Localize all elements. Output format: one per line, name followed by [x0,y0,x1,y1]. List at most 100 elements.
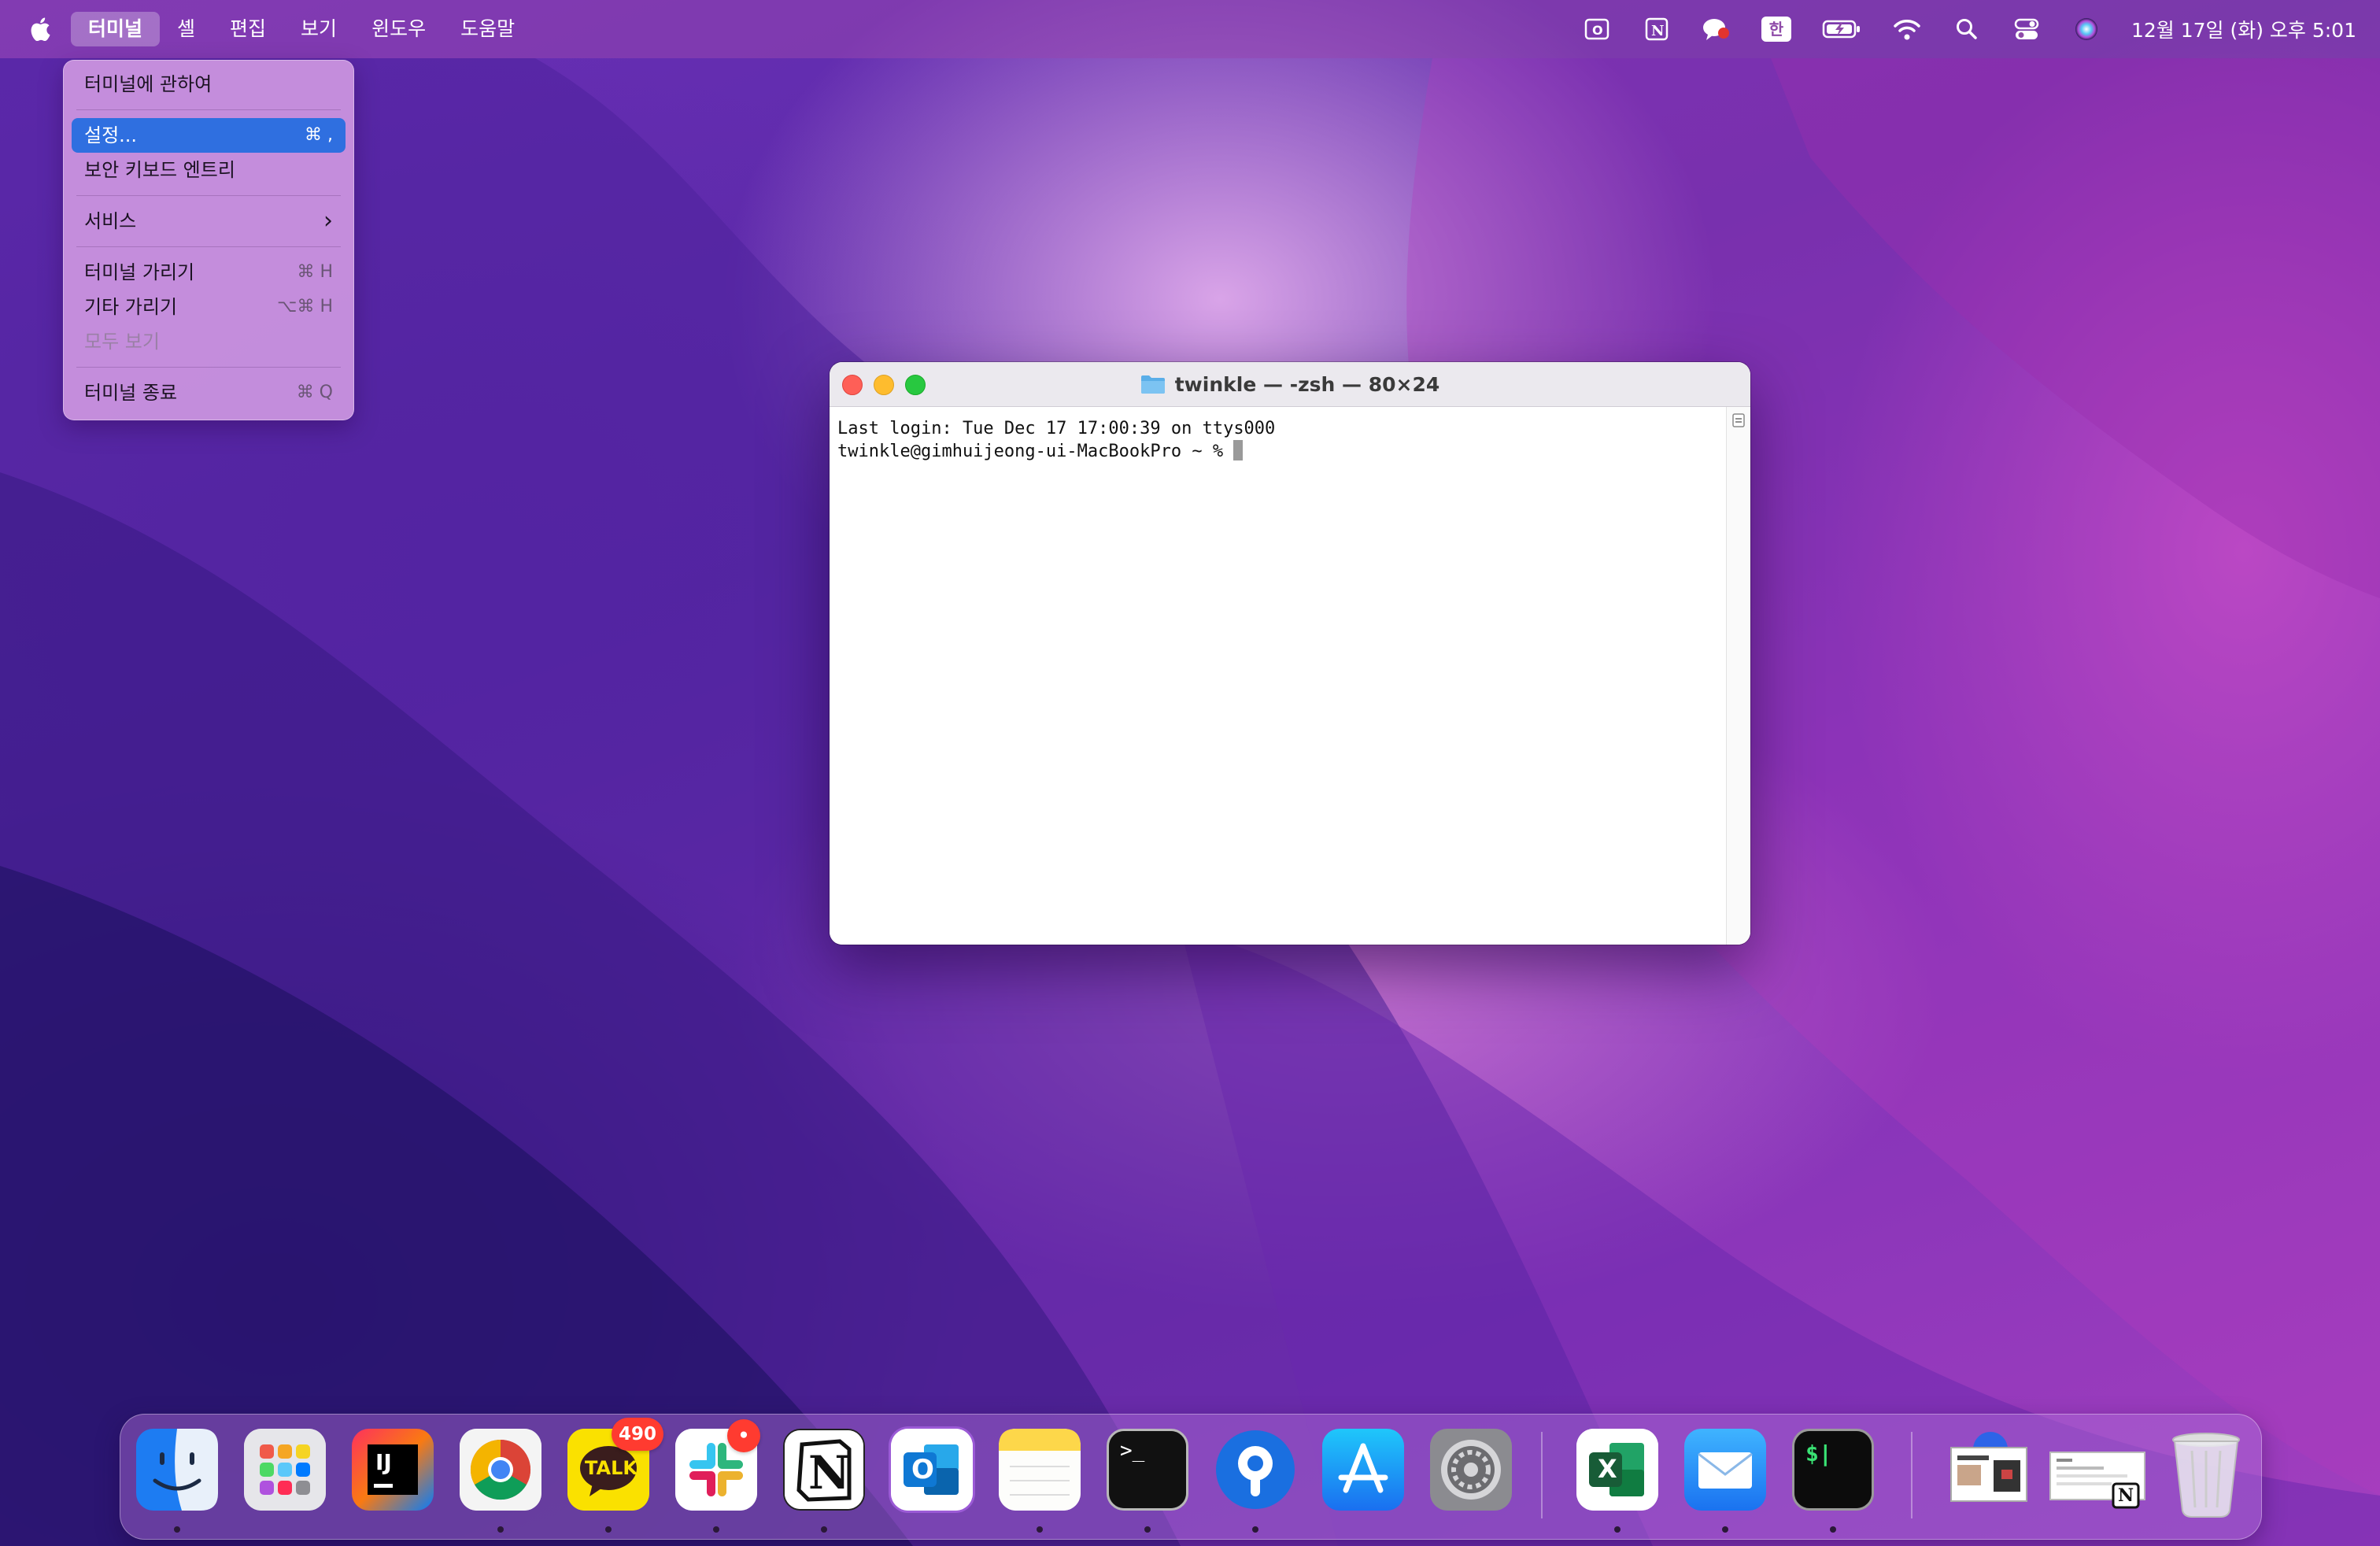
menu-view[interactable]: 보기 [283,12,354,46]
menu-separator [76,195,341,196]
dock-appstore[interactable] [1322,1429,1404,1511]
launchpad-icon [244,1429,326,1511]
dock-notion-window[interactable]: N [2047,1429,2149,1511]
window-title-text: twinkle — -zsh — 80×24 [1174,372,1440,396]
menu-item-label: 터미널 종료 [84,382,178,404]
dock-terminal[interactable]: >_ [1107,1429,1188,1511]
finder-icon [136,1429,218,1511]
running-indicator [1144,1526,1151,1533]
terminal-dock-label: >_ [1120,1439,1145,1463]
dock-outlook[interactable]: O [891,1429,973,1511]
running-indicator [174,1526,180,1533]
menu-item-shortcut: ⌘ H [297,262,333,282]
outlook-status-icon[interactable]: O [1582,14,1612,44]
running-indicator [497,1526,504,1533]
dock-sourcetree[interactable] [1214,1429,1296,1511]
running-indicator [1722,1526,1728,1533]
menu-item-settings[interactable]: 설정... ⌘ , [72,118,346,153]
appstore-icon [1322,1429,1404,1511]
menu-item-label: 기타 가리기 [84,296,178,318]
menu-item-secure-keyboard-entry[interactable]: 보안 키보드 엔트리 [72,153,346,187]
dock-trash[interactable] [2165,1429,2247,1518]
menu-bar: 터미널 셸 편집 보기 윈도우 도움말 O N 한 12월 17일 (화) 오후… [0,0,2380,58]
intellij-label: IJ [375,1449,392,1475]
trash-icon [2172,1433,2240,1518]
menu-item-services[interactable]: 서비스 › [72,204,346,239]
terminal-content[interactable]: Last login: Tue Dec 17 17:00:39 on ttys0… [830,407,1750,945]
svg-text:N: N [1651,23,1664,39]
menu-item-hide-terminal[interactable]: 터미널 가리기 ⌘ H [72,255,346,290]
notes-icon [999,1429,1081,1511]
menu-item-shortcut: ⌘ , [305,125,333,145]
spotlight-search-icon[interactable] [1952,14,1982,44]
svg-text:O: O [1592,23,1603,38]
dock: IJ TALK 490 • N O >_ X $| N [120,1414,2262,1540]
kakaotalk-label: TALK [585,1457,638,1479]
dock-notes[interactable] [999,1429,1081,1511]
dock-downloads-stack[interactable] [1946,1429,2028,1511]
outlook-label: O [911,1454,934,1485]
menu-item-label: 보안 키보드 엔트리 [84,159,235,181]
scroll-marker-icon[interactable] [1732,413,1745,427]
dock-iterm[interactable]: $| [1792,1429,1874,1511]
title-bar[interactable]: twinkle — -zsh — 80×24 [830,362,1750,407]
menu-item-shortcut: ⌥⌘ H [277,297,333,316]
mail-icon [1684,1429,1766,1511]
dock-system-settings[interactable] [1430,1429,1512,1511]
dock-launchpad[interactable] [244,1429,326,1511]
menu-item-about[interactable]: 터미널에 관하여 [72,67,346,102]
running-indicator [1830,1526,1836,1533]
dock-chrome[interactable] [460,1429,541,1511]
menu-item-label: 터미널 가리기 [84,261,195,283]
chat-status-icon[interactable] [1702,14,1731,44]
folder-icon [1140,375,1165,394]
dock-kakaotalk[interactable]: TALK 490 [567,1418,663,1511]
input-source-icon[interactable]: 한 [1761,14,1791,44]
last-login-line: Last login: Tue Dec 17 17:00:39 on ttys0… [837,419,1276,438]
dock-divider [1541,1432,1543,1518]
scrollbar[interactable] [1726,407,1750,945]
running-indicator [605,1526,612,1533]
menu-item-label: 설정... [84,124,138,146]
notion-status-icon[interactable]: N [1642,14,1672,44]
chrome-icon [460,1429,541,1511]
dock-slack[interactable]: • [675,1419,760,1511]
intellij-icon [352,1429,434,1511]
menu-separator [76,367,341,368]
menu-item-label: 서비스 [84,210,137,232]
menu-window[interactable]: 윈도우 [354,12,443,46]
running-indicator [1252,1526,1258,1533]
running-indicator [1614,1526,1621,1533]
battery-icon[interactable] [1821,14,1862,44]
chevron-right-icon: › [323,207,333,235]
prompt-line: twinkle@gimhuijeong-ui-MacBookPro ~ % [837,442,1234,461]
dock-finder[interactable] [136,1429,218,1511]
notification-badge: 490 [612,1418,663,1451]
menu-item-label: 모두 보기 [84,331,160,353]
dock-excel[interactable]: X [1576,1429,1658,1511]
menu-help[interactable]: 도움말 [443,12,532,46]
menu-item-quit-terminal[interactable]: 터미널 종료 ⌘ Q [72,375,346,410]
notion-window-label: N [2118,1485,2134,1506]
input-source-label: 한 [1761,17,1791,42]
running-indicator [1037,1526,1043,1533]
terminal-app-menu: 터미널에 관하여 설정... ⌘ , 보안 키보드 엔트리 서비스 › 터미널 가리… [63,60,354,420]
text-cursor [1233,440,1244,460]
notion-label: N [808,1446,851,1500]
menu-terminal[interactable]: 터미널 [71,12,161,46]
control-center-icon[interactable] [2012,14,2042,44]
sourcetree-icon [1216,1430,1295,1509]
settings-icon [1430,1429,1512,1511]
wifi-icon[interactable] [1892,14,1922,44]
apple-logo-icon[interactable] [25,13,57,45]
dock-mail[interactable] [1684,1429,1766,1511]
dock-notion[interactable]: N [783,1429,865,1511]
window-title: twinkle — -zsh — 80×24 [830,362,1750,406]
menu-bar-clock[interactable]: 12월 17일 (화) 오후 5:01 [2131,15,2356,43]
dock-intellij[interactable]: IJ [352,1429,434,1511]
dock-divider [1911,1432,1913,1518]
menu-item-hide-others[interactable]: 기타 가리기 ⌥⌘ H [72,290,346,324]
menu-edit[interactable]: 편집 [213,12,283,46]
siri-icon[interactable] [2071,14,2101,44]
menu-shell[interactable]: 셸 [160,12,213,46]
